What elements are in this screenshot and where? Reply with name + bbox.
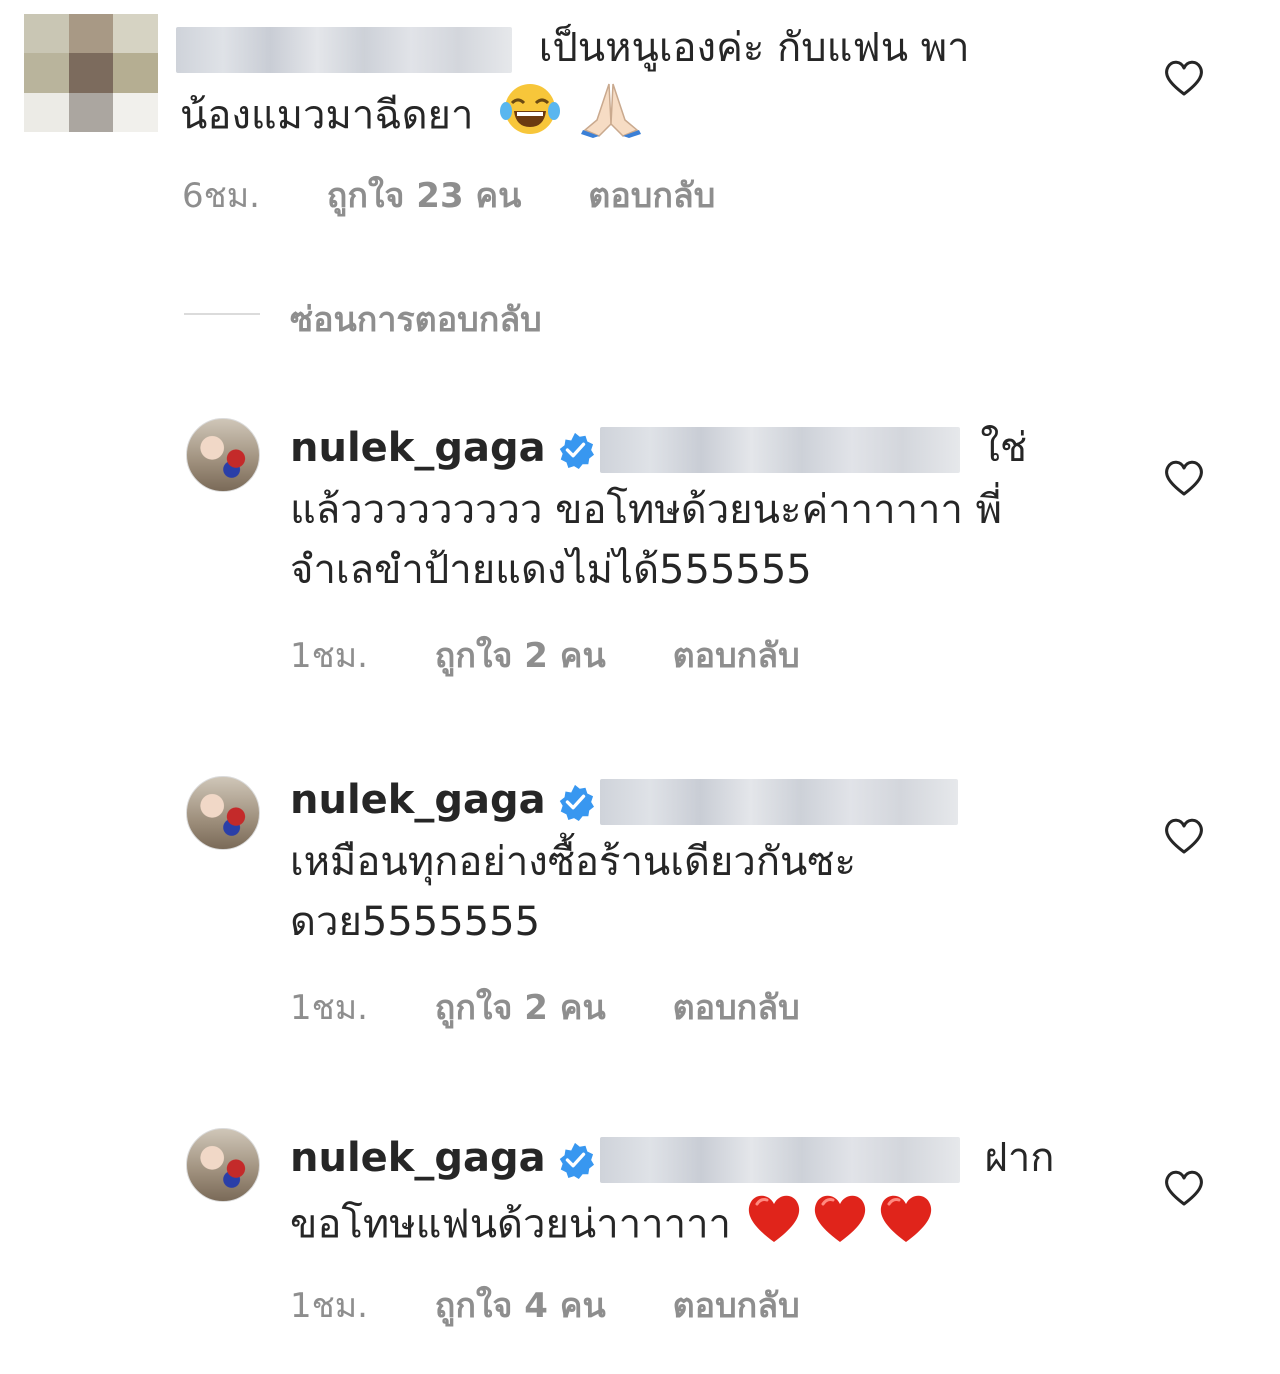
reply-text-line3: ดวย5555555 [290,899,541,945]
verified-badge-icon [559,432,594,469]
like-comment-button[interactable] [1162,58,1206,102]
reply-text-line2: เหมือนทุกอย่างซื้อร้านเดียวกันซะ [290,839,857,885]
redacted-mention [599,427,960,473]
comment-text-line2: น้องแมวมาฉีดยา [180,92,474,139]
reply-meta: 1ชม. ถูกใจ 2 คน ตอบกลับ [290,980,800,1034]
avatar[interactable] [186,776,260,850]
reply-time: 1ชม. [290,636,368,676]
red-heart-emoji [810,1190,870,1263]
like-reply-button[interactable] [1162,1168,1206,1212]
reply-username[interactable]: nulek_gaga [290,1135,546,1181]
hide-replies-button[interactable]: ซ่อนการตอบกลับ [290,292,542,346]
avatar[interactable] [186,418,260,492]
redacted-username [176,27,512,73]
reply-button[interactable]: ตอบกลับ [673,1286,800,1326]
reply-text-line2: แล้ววววววววว ขอโทษด้วยนะค่าาาาาา พี่ [290,487,1003,533]
comment-likes[interactable]: ถูกใจ 23 คน [327,176,522,216]
reply-likes[interactable]: ถูกใจ 4 คน [435,1286,606,1326]
like-reply-button[interactable] [1162,458,1206,502]
redacted-mention [599,779,958,825]
reply-text-line2: ขอโทษแฟนด้วยน่าาาาาา [290,1201,732,1248]
reply-meta: 1ชม. ถูกใจ 2 คน ตอบกลับ [290,628,800,682]
heart-outline-icon [1165,60,1203,96]
reply-body-line1: nulek_gaga ใช่ [290,418,1027,478]
reply-likes[interactable]: ถูกใจ 2 คน [435,988,606,1028]
heart-outline-icon [1165,818,1203,854]
red-heart-emoji [876,1190,936,1263]
reply-body-line1: nulek_gaga [290,770,958,830]
reply-time: 1ชม. [290,988,368,1028]
comment-time: 6ชม. [182,176,260,216]
avatar[interactable] [186,1128,260,1202]
reply-text-line3: จำเลขำป้ายแดงไม่ได้555555 [290,547,812,593]
reply-meta: 1ชม. ถูกใจ 4 คน ตอบกลับ [290,1278,800,1332]
reply-button[interactable]: ตอบกลับ [588,176,715,216]
reply-text-line1: ฝาก [984,1135,1055,1181]
reply-button[interactable]: ตอบกลับ [673,988,800,1028]
red-heart-emoji [744,1190,804,1263]
reply-text-line1: ใช่ [980,425,1028,471]
reply-button[interactable]: ตอบกลับ [673,636,800,676]
replies-divider [184,313,260,315]
verified-badge-icon [559,1142,594,1179]
reply-body-line1: nulek_gaga ฝาก [290,1128,1055,1188]
comment-text-line1: เป็นหนูเองค่ะ กับแฟน พา [538,25,970,71]
comment-body-line2: น้องแมวมาฉีดยา [180,80,643,155]
reply-time: 1ชม. [290,1286,368,1326]
reply-body-line2: ขอโทษแฟนด้วยน่าาาาาา [290,1190,936,1263]
redacted-mention [599,1137,960,1183]
commenter-avatar-pixelated[interactable] [24,14,158,132]
face-with-tears-of-joy-emoji [500,81,561,154]
verified-badge-icon [559,784,594,821]
reply-likes[interactable]: ถูกใจ 2 คน [435,636,606,676]
heart-outline-icon [1165,460,1203,496]
comment-meta: 6ชม. ถูกใจ 23 คน ตอบกลับ [182,168,715,222]
folded-hands-emoji [579,80,643,155]
reply-username[interactable]: nulek_gaga [290,777,546,823]
reply-username[interactable]: nulek_gaga [290,425,546,471]
like-reply-button[interactable] [1162,816,1206,860]
heart-outline-icon [1165,1170,1203,1206]
comment-body: เป็นหนูเองค่ะ กับแฟน พา [176,18,970,78]
